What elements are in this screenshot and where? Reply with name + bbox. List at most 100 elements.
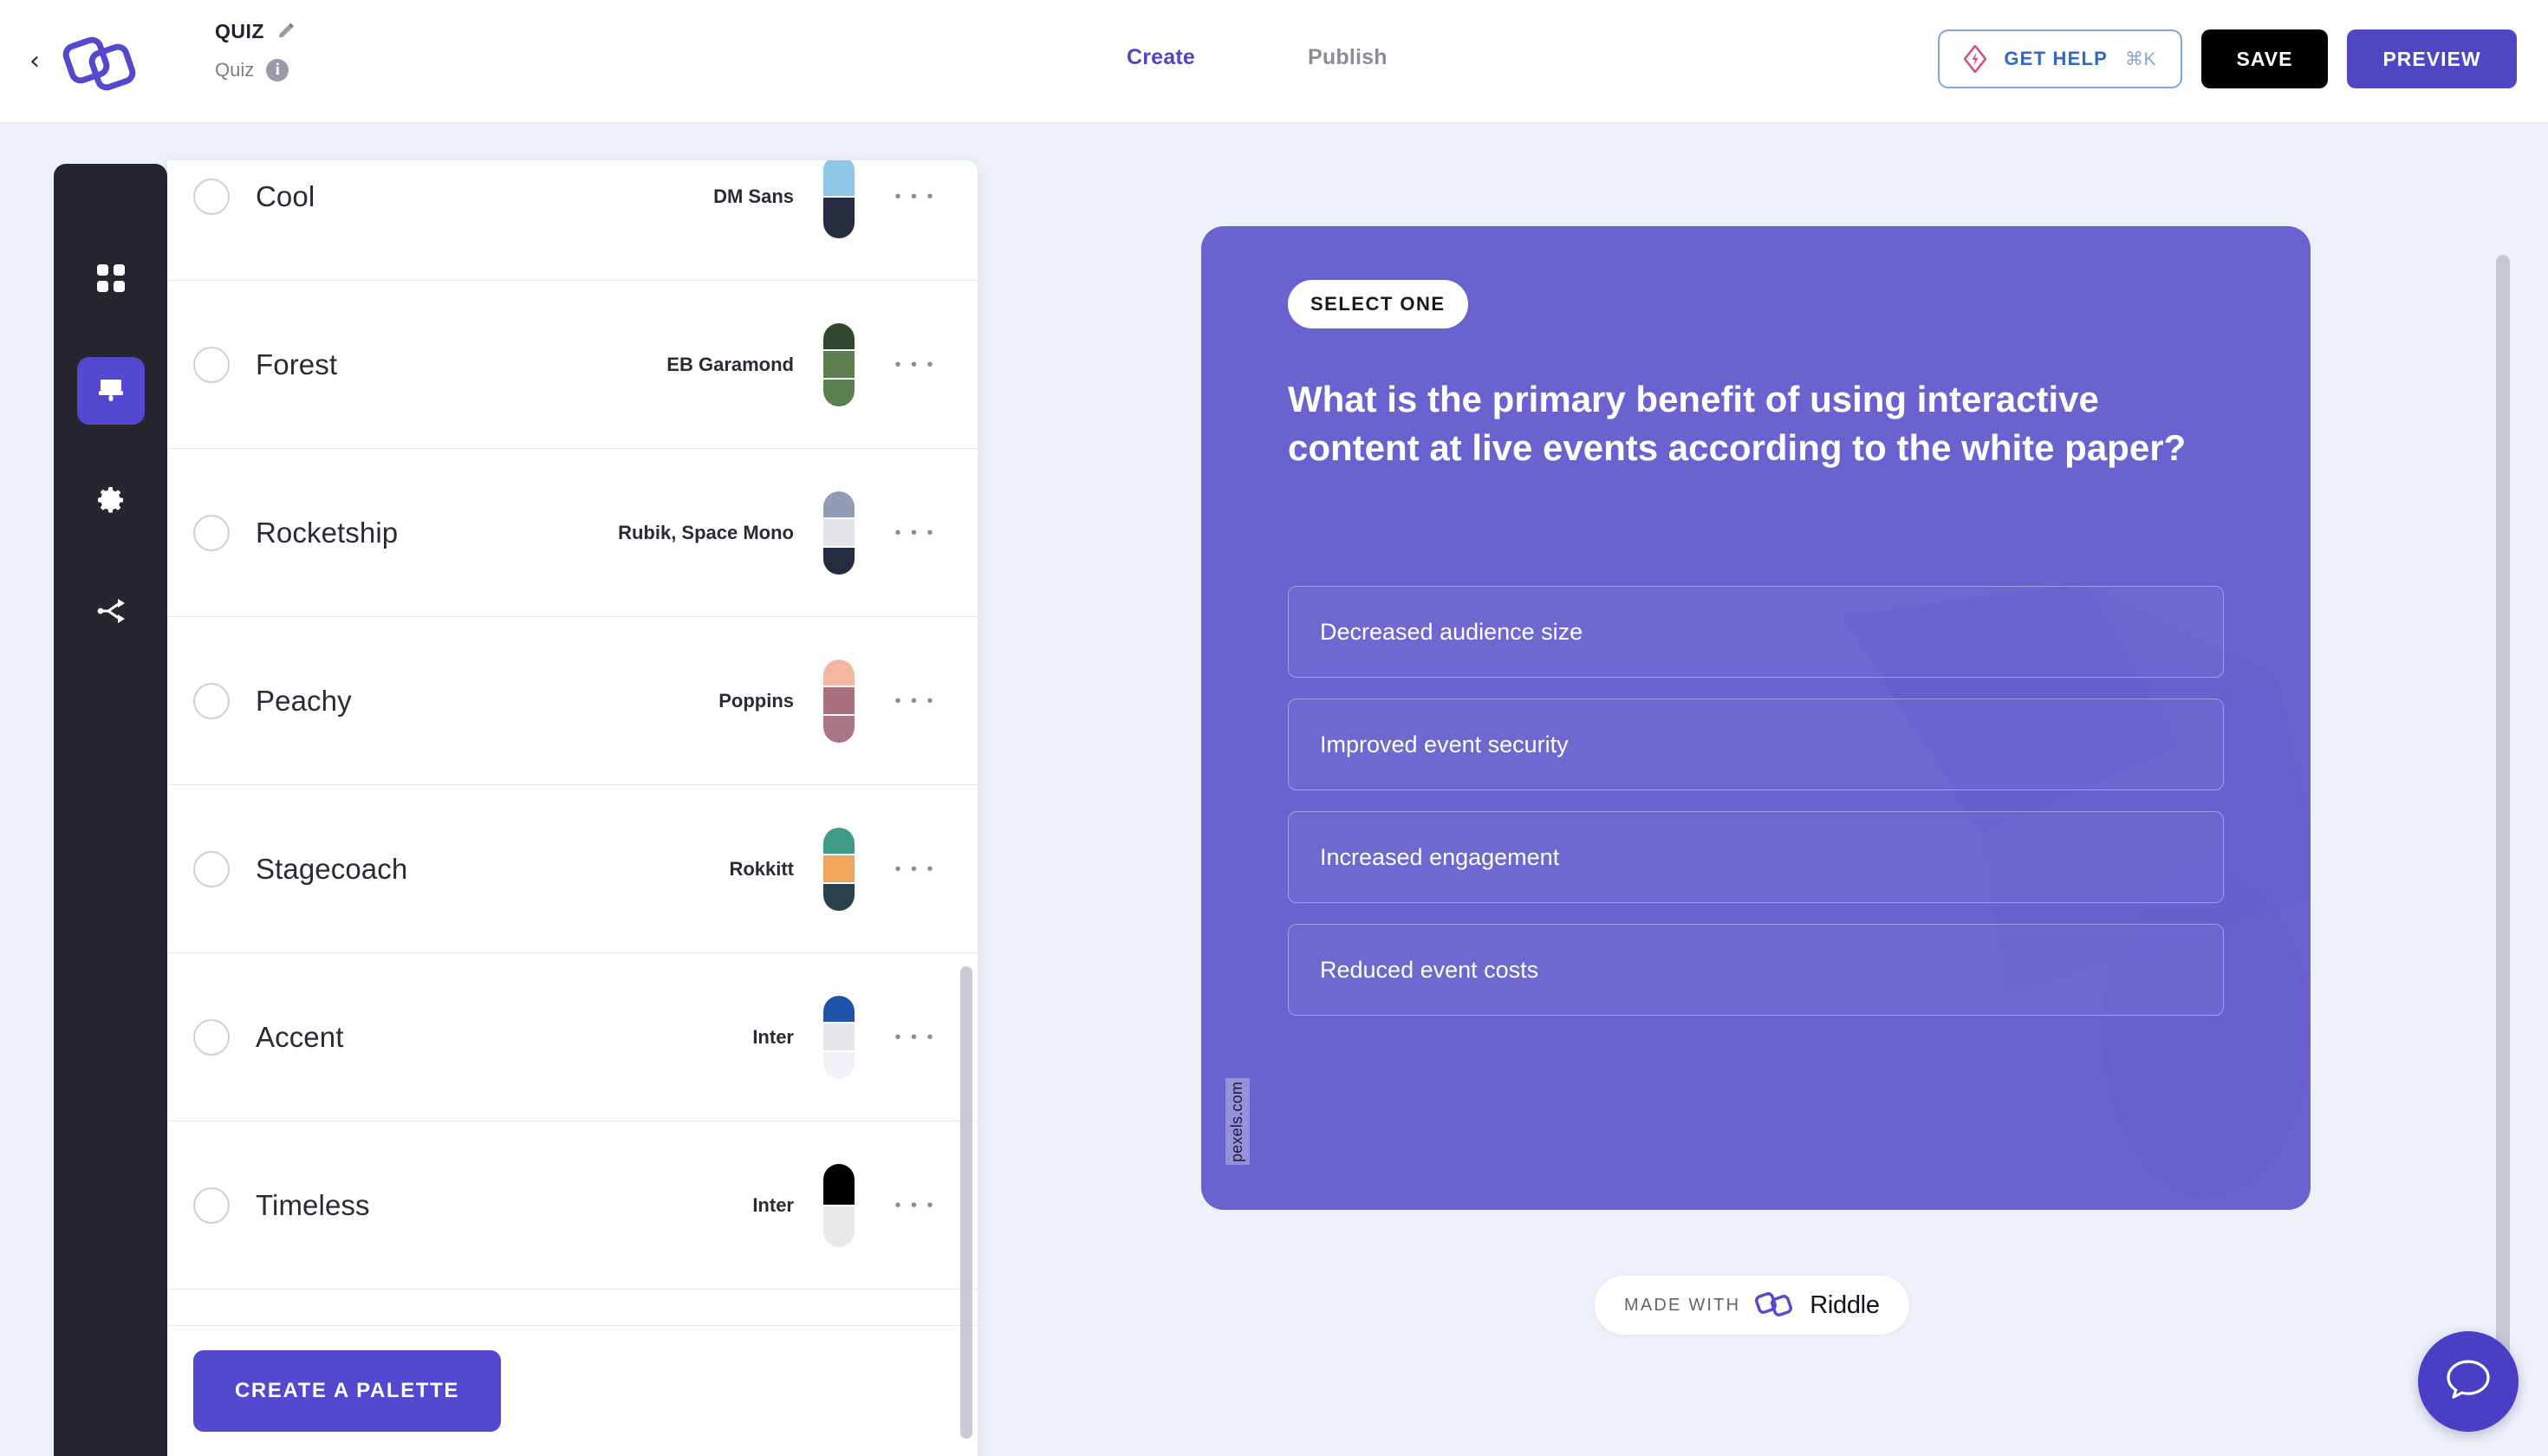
- swatch-color: [823, 854, 855, 882]
- pencil-icon[interactable]: [276, 22, 296, 41]
- app-root: ‹ QUIZ Quiz i Create Publish GET HELP ⌘K…: [0, 0, 2548, 1456]
- tab-publish[interactable]: Publish: [1308, 45, 1388, 70]
- top-bar: ‹ QUIZ Quiz i Create Publish GET HELP ⌘K…: [0, 0, 2548, 123]
- get-help-label: GET HELP: [2004, 48, 2108, 69]
- rail-item-share[interactable]: [77, 579, 145, 647]
- quiz-answer-option[interactable]: Increased engagement: [1288, 811, 2224, 903]
- main-nav-tabs: Create Publish: [1127, 45, 1388, 70]
- palette-row[interactable]: Stagecoach Rokkitt • • •: [167, 785, 978, 953]
- palette-name: Rocketship: [256, 516, 399, 549]
- palette-font-label: Inter: [752, 1193, 794, 1216]
- ellipsis-icon[interactable]: • • •: [891, 861, 939, 878]
- rail-item-blocks[interactable]: [77, 246, 145, 314]
- palette-row[interactable]: Peachy Poppins • • •: [167, 617, 978, 785]
- palette-color-swatch: [823, 659, 855, 743]
- palette-font-label: Inter: [752, 1025, 794, 1048]
- get-help-shortcut: ⌘K: [2124, 49, 2156, 69]
- riddle-logo[interactable]: [59, 31, 139, 95]
- palette-name: Stagecoach: [256, 852, 408, 885]
- help-diamond-icon: [1963, 43, 1988, 75]
- palette-font-label: Poppins: [718, 689, 794, 712]
- swatch-color: [823, 686, 855, 714]
- palette-font-label: EB Garamond: [666, 353, 794, 375]
- palette-radio[interactable]: [193, 850, 230, 887]
- palette-row[interactable]: Rocketship Rubik, Space Mono • • •: [167, 449, 978, 617]
- swatch-color: [823, 545, 855, 575]
- pexels-watermark-label: pexels.com: [1228, 1081, 1246, 1162]
- page-scrollbar[interactable]: [2496, 255, 2510, 1373]
- quiz-answer-option[interactable]: Reduced event costs: [1288, 924, 2224, 1016]
- riddle-brand-name: Riddle: [1810, 1290, 1880, 1319]
- palette-font-label: Rubik, Space Mono: [618, 521, 794, 543]
- palette-name: Accent: [256, 1020, 344, 1053]
- ellipsis-icon[interactable]: • • •: [891, 188, 939, 205]
- ellipsis-icon[interactable]: • • •: [891, 1197, 939, 1214]
- quiz-card: SELECT ONE What is the primary benefit o…: [1201, 226, 2311, 1210]
- ellipsis-icon[interactable]: • • •: [891, 524, 939, 542]
- subtitle-row: Quiz i: [215, 55, 296, 85]
- palette-font-label: DM Sans: [713, 185, 794, 207]
- palette-radio[interactable]: [193, 682, 230, 719]
- palette-row[interactable]: Accent Inter • • •: [167, 953, 978, 1121]
- palette-radio[interactable]: [193, 1018, 230, 1056]
- get-help-button[interactable]: GET HELP ⌘K: [1938, 29, 2182, 88]
- palette-radio[interactable]: [193, 346, 230, 383]
- palette-radio[interactable]: [193, 178, 230, 215]
- palette-radio[interactable]: [193, 514, 230, 551]
- info-icon[interactable]: i: [266, 59, 289, 81]
- palette-color-swatch: [823, 160, 855, 238]
- rail-item-settings[interactable]: [77, 468, 145, 536]
- quiz-preview-stage: SELECT ONE What is the primary benefit o…: [978, 123, 2548, 1456]
- palette-color-swatch: [823, 1163, 855, 1247]
- chat-bubble-icon: [2444, 1357, 2493, 1407]
- chat-support-button[interactable]: [2418, 1331, 2519, 1432]
- palette-color-swatch: [823, 491, 855, 575]
- palette-font-label: Rokkitt: [729, 857, 794, 880]
- rail-item-design[interactable]: [76, 357, 145, 425]
- quiz-title-block: QUIZ Quiz i: [215, 16, 296, 85]
- made-with-riddle-badge[interactable]: MADE WITH Riddle: [1595, 1276, 1909, 1335]
- save-button[interactable]: SAVE: [2201, 29, 2328, 88]
- title-row: QUIZ: [215, 16, 296, 47]
- paintbrush-icon: [96, 374, 126, 408]
- gear-icon: [96, 485, 126, 519]
- tab-create[interactable]: Create: [1127, 45, 1195, 70]
- palette-radio[interactable]: [193, 1186, 230, 1224]
- swatch-color: [823, 160, 855, 196]
- palette-row[interactable]: Cool DM Sans • • •: [167, 160, 978, 281]
- palette-name: Timeless: [256, 1188, 370, 1221]
- ellipsis-icon[interactable]: • • •: [891, 1029, 939, 1046]
- swatch-color: [823, 1163, 855, 1205]
- ellipsis-icon[interactable]: • • •: [891, 692, 939, 710]
- swatch-color: [823, 827, 855, 855]
- palette-color-swatch: [823, 827, 855, 911]
- ellipsis-icon[interactable]: • • •: [891, 356, 939, 374]
- palette-row[interactable]: Forest EB Garamond • • •: [167, 281, 978, 449]
- pexels-watermark: pexels.com: [1225, 1078, 1250, 1165]
- select-one-badge: SELECT ONE: [1288, 280, 1468, 328]
- made-with-label: MADE WITH: [1624, 1295, 1741, 1315]
- swatch-color: [823, 659, 855, 686]
- palette-row[interactable]: Timeless Inter • • •: [167, 1121, 978, 1290]
- palette-scroll-area[interactable]: Cool DM Sans • • • Forest EB Garamond • • • Ro…: [167, 160, 978, 1325]
- palette-name: Peachy: [256, 684, 352, 717]
- palette-list: Cool DM Sans • • • Forest EB Garamond • • • Ro…: [167, 160, 978, 1290]
- palette-color-swatch: [823, 322, 855, 406]
- create-palette-button[interactable]: CREATE A PALETTE: [193, 1350, 501, 1432]
- swatch-color: [823, 881, 855, 911]
- swatch-color: [823, 1050, 855, 1079]
- swatch-color: [823, 1204, 855, 1247]
- back-chevron-icon[interactable]: ‹: [29, 49, 52, 75]
- swatch-color: [823, 517, 855, 546]
- riddle-logo-small: [1754, 1289, 1796, 1323]
- top-actions: GET HELP ⌘K SAVE PREVIEW: [1938, 29, 2517, 88]
- quiz-answer-option[interactable]: Decreased audience size: [1288, 586, 2224, 678]
- palette-name: Cool: [256, 179, 315, 212]
- swatch-color: [823, 1022, 855, 1050]
- page-body: Cool DM Sans • • • Forest EB Garamond • • • Ro…: [0, 123, 2548, 1456]
- preview-button[interactable]: PREVIEW: [2347, 29, 2517, 88]
- blocks-grid-icon: [96, 263, 126, 297]
- swatch-color: [823, 349, 855, 378]
- quiz-answer-option[interactable]: Improved event security: [1288, 699, 2224, 790]
- palette-scrollbar[interactable]: [960, 966, 972, 1439]
